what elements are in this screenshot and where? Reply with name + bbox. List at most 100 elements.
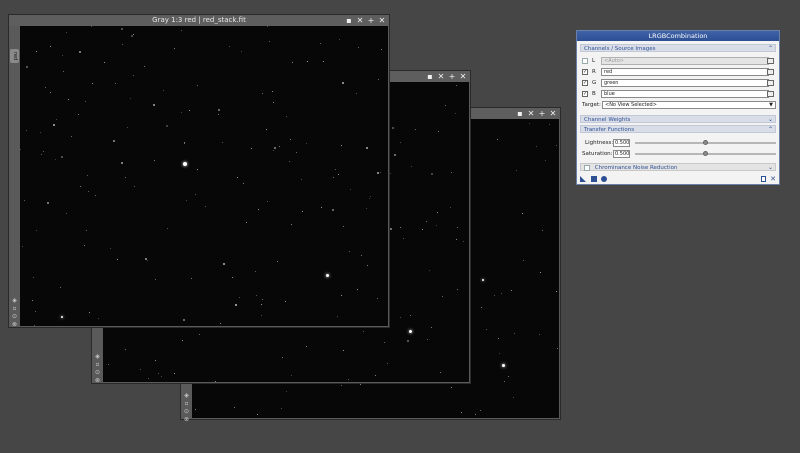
- shade-icon[interactable]: ▪: [516, 108, 524, 119]
- browse-view-icon[interactable]: [767, 69, 774, 75]
- minimize-icon[interactable]: ✕: [356, 15, 364, 26]
- expand-icon[interactable]: ⌄: [768, 116, 773, 124]
- section-cnr-header[interactable]: Chrominance Noise Reduction ⌄: [580, 163, 776, 171]
- star-point: [400, 227, 401, 228]
- image-window-1[interactable]: Gray 1:3 red | red_stack.fit ▪ ✕ + ✕ red…: [8, 14, 390, 328]
- apply-icon[interactable]: [601, 176, 607, 182]
- close-icon[interactable]: ✕: [549, 108, 557, 119]
- lightness-slider[interactable]: [635, 140, 776, 145]
- star-point: [307, 61, 308, 62]
- close-icon[interactable]: ✕: [378, 15, 386, 26]
- apply-global-icon[interactable]: [591, 176, 597, 182]
- channel-l-field[interactable]: <Auto>: [601, 57, 769, 65]
- star-point: [357, 289, 358, 290]
- star-point: [239, 297, 240, 298]
- collapse-icon[interactable]: ⌃: [768, 126, 773, 134]
- section-channels-header[interactable]: Channels / Source Images ⌃: [580, 44, 776, 52]
- star-point: [504, 381, 505, 382]
- zoom-icon[interactable]: ◈: [183, 393, 190, 399]
- star-point: [511, 290, 512, 291]
- shade-icon[interactable]: ▪: [345, 15, 353, 26]
- star-point: [140, 369, 141, 370]
- star-point: [36, 51, 37, 52]
- star-point: [35, 311, 36, 312]
- image-canvas-1[interactable]: [20, 26, 388, 326]
- star-point: [375, 375, 376, 376]
- target-select[interactable]: <No View Selected> ▼: [602, 101, 776, 109]
- star-point: [218, 109, 220, 111]
- star-point: [155, 279, 156, 280]
- saturation-slider-handle[interactable]: [703, 151, 708, 156]
- minimize-icon[interactable]: ✕: [437, 71, 445, 82]
- section-weights-header[interactable]: Channel Weights ⌄: [580, 115, 776, 123]
- section-transfer-header[interactable]: Transfer Functions ⌃: [580, 125, 776, 133]
- star-point: [358, 47, 359, 48]
- panel-title[interactable]: LRGBCombination: [577, 31, 779, 41]
- lock-icon[interactable]: ▫: [94, 362, 101, 368]
- star-point: [277, 261, 278, 262]
- collapse-icon[interactable]: ⌃: [768, 45, 773, 53]
- star-point: [40, 132, 41, 133]
- star-point: [522, 213, 523, 214]
- browse-view-icon[interactable]: [767, 58, 774, 64]
- star-point: [445, 105, 446, 106]
- zoom-icon[interactable]: ◈: [11, 298, 18, 304]
- star-point: [91, 26, 92, 27]
- pin-icon[interactable]: ⊙: [11, 314, 18, 320]
- close-icon[interactable]: ✕: [459, 71, 467, 82]
- star-point: [256, 295, 257, 296]
- star-point: [549, 124, 550, 125]
- saturation-slider[interactable]: [635, 151, 776, 156]
- star-point: [133, 75, 134, 76]
- shade-icon[interactable]: ▪: [426, 71, 434, 82]
- maximize-icon[interactable]: +: [538, 108, 546, 119]
- channel-g-checkbox[interactable]: ✓: [582, 80, 588, 86]
- browse-view-icon[interactable]: [767, 91, 774, 97]
- star-point: [68, 99, 69, 100]
- star-point: [349, 251, 350, 252]
- maximize-icon[interactable]: +: [448, 71, 456, 82]
- maximize-icon[interactable]: +: [367, 15, 375, 26]
- star-point: [274, 147, 276, 149]
- star-point: [181, 112, 182, 113]
- settings-icon[interactable]: ⊗: [11, 322, 18, 328]
- star-point: [407, 340, 409, 342]
- star-point: [197, 169, 198, 170]
- view-tab-red[interactable]: red: [10, 49, 19, 63]
- channel-b-checkbox[interactable]: ✓: [582, 91, 588, 97]
- new-instance-icon[interactable]: [580, 176, 586, 182]
- star-point: [292, 62, 293, 63]
- pin-icon[interactable]: ⊙: [183, 409, 190, 415]
- section-cnr-label: Chrominance Noise Reduction: [594, 165, 678, 171]
- star-point: [400, 317, 401, 318]
- expand-icon[interactable]: ⌄: [768, 164, 773, 172]
- star-point: [71, 136, 72, 137]
- pin-icon[interactable]: ⊙: [94, 370, 101, 376]
- channel-r-field[interactable]: red: [601, 68, 769, 76]
- star-point: [222, 142, 223, 143]
- browse-view-icon[interactable]: [767, 80, 774, 86]
- star-point: [377, 298, 378, 299]
- channel-r-label: R: [592, 69, 596, 75]
- lrgb-combination-panel[interactable]: LRGBCombination Channels / Source Images…: [576, 30, 780, 185]
- lock-icon[interactable]: ▫: [183, 401, 190, 407]
- star-point: [45, 87, 46, 88]
- lightness-slider-handle[interactable]: [703, 140, 708, 145]
- lightness-input[interactable]: 0.500: [613, 139, 630, 147]
- channel-l-checkbox[interactable]: [582, 58, 588, 64]
- minimize-icon[interactable]: ✕: [527, 108, 535, 119]
- star-point: [148, 378, 149, 379]
- star-point: [499, 353, 500, 354]
- cnr-checkbox[interactable]: [584, 164, 590, 171]
- channel-b-field[interactable]: blue: [601, 90, 769, 98]
- settings-icon[interactable]: ⊗: [183, 417, 190, 423]
- channel-g-field[interactable]: green: [601, 79, 769, 87]
- reset-icon[interactable]: ✕: [770, 176, 776, 183]
- documentation-icon[interactable]: [761, 176, 766, 182]
- settings-icon[interactable]: ⊗: [94, 378, 101, 384]
- saturation-input[interactable]: 0.500: [613, 150, 630, 158]
- channel-r-checkbox[interactable]: ✓: [582, 69, 588, 75]
- window-1-titlebar[interactable]: Gray 1:3 red | red_stack.fit ▪ ✕ + ✕: [9, 15, 389, 26]
- lock-icon[interactable]: ▫: [11, 306, 18, 312]
- zoom-icon[interactable]: ◈: [94, 354, 101, 360]
